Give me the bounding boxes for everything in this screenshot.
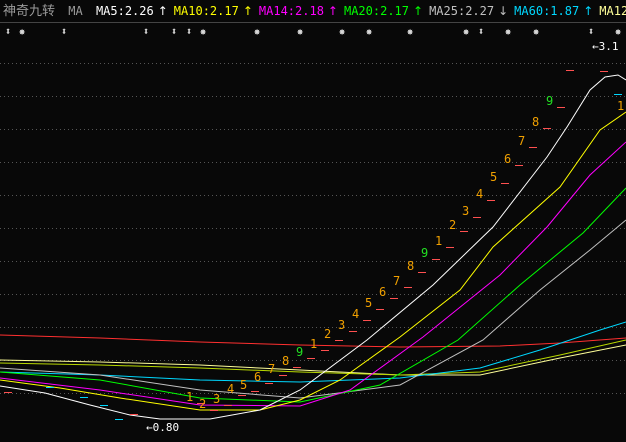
count-label: 6 [379,285,386,299]
count-label: 3 [213,392,220,406]
count-label: 9 [421,246,428,260]
count-label: 5 [490,170,497,184]
count-label: 8 [407,259,414,273]
count-label: 3 [338,318,345,332]
count-label: 3 [462,204,469,218]
count-label: 4 [352,307,359,321]
count-label: 9 [296,345,303,359]
count-label: 4 [227,382,234,396]
high-price-label: ←3.1 [592,40,619,53]
count-label: 1 [617,99,624,113]
count-label: 5 [240,378,247,392]
low-marker: ←0.80 [146,421,179,434]
count-label: 1 [310,337,317,351]
low-price-label: ←0.80 [146,421,179,434]
count-label: 6 [254,370,261,384]
count-label: 2 [199,397,206,411]
count-label: 8 [532,115,539,129]
count-label: 6 [504,152,511,166]
count-label: 7 [268,362,275,376]
price-chart[interactable]: 1 2 34 56789123456789123456789 1 ←3.1 ←0.80 [0,0,626,442]
count-label: 9 [546,94,553,108]
td-count-marks: 1 2 34 56789123456789123456789 1 [4,70,624,420]
ma60-line [0,321,626,383]
count-label: 7 [393,274,400,288]
high-marker: ←3.1 [592,40,619,53]
count-label: 4 [476,187,483,201]
ma14-line [0,141,626,407]
count-label: 1 [186,390,193,404]
ma25-line [0,219,626,399]
count-label: 2 [449,218,456,232]
count-label: 2 [324,327,331,341]
count-label: 7 [518,134,525,148]
count-label: 8 [282,354,289,368]
count-label: 1 [435,234,442,248]
count-label: 5 [365,296,372,310]
